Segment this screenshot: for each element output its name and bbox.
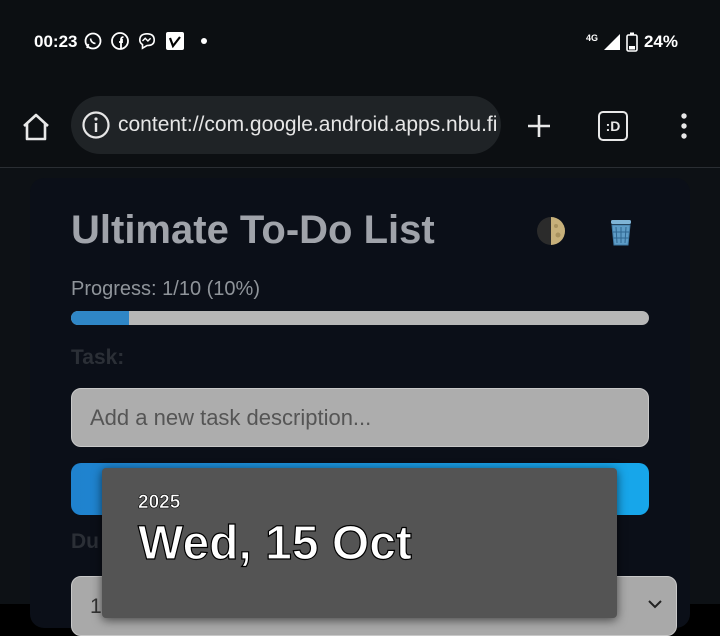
progress-label: Progress: 1/10 (10%) — [71, 278, 260, 300]
home-icon[interactable] — [18, 110, 54, 144]
battery-icon — [626, 32, 638, 52]
signal-icon — [603, 34, 620, 50]
half-moon-icon — [537, 217, 565, 245]
trash-icon — [611, 220, 631, 246]
due-label: Du — [71, 530, 99, 553]
date-picker-selected-date: Wed, 15 Oct — [137, 516, 412, 570]
browser-toolbar: content://com.google.android.apps.nbu.fi… — [0, 84, 720, 168]
tab-switcher-label: :D — [605, 118, 621, 134]
chevron-down-icon — [648, 600, 662, 609]
messenger-icon — [138, 32, 156, 50]
theme-toggle-button[interactable] — [536, 216, 566, 246]
tab-switcher-icon[interactable]: :D — [598, 111, 628, 141]
url-bar[interactable]: content://com.google.android.apps.nbu.fi — [71, 96, 501, 154]
status-right: 4G 24% — [586, 32, 678, 52]
status-bar: 00:23 4G 24% — [0, 0, 720, 84]
due-date-value: 1 — [90, 595, 102, 618]
task-label: Task: — [71, 346, 125, 369]
clear-tasks-button[interactable] — [604, 214, 638, 248]
progress-fill — [71, 311, 129, 325]
app-title: Ultimate To-Do List — [71, 208, 435, 252]
date-picker-year[interactable]: 2025 — [138, 492, 181, 514]
status-time: 00:23 — [34, 32, 78, 51]
network-type: 4G — [585, 32, 598, 43]
whatsapp-icon — [84, 32, 102, 50]
new-tab-icon[interactable] — [524, 111, 554, 141]
site-info-icon[interactable] — [81, 110, 111, 145]
task-input[interactable]: Add a new task description... — [71, 388, 649, 447]
more-notifications-dot — [201, 38, 207, 44]
battery-percent: 24% — [643, 32, 678, 51]
screen: 00:23 4G 24% content://com.google.androi… — [0, 0, 720, 636]
vimeo-icon — [166, 32, 184, 50]
url-text: content://com.google.android.apps.nbu.fi — [118, 113, 498, 136]
date-picker-dialog: 2025 Wed, 15 Oct — [102, 468, 617, 618]
progress-bar — [71, 311, 649, 325]
facebook-icon — [111, 32, 129, 50]
more-options-icon[interactable] — [674, 110, 694, 142]
